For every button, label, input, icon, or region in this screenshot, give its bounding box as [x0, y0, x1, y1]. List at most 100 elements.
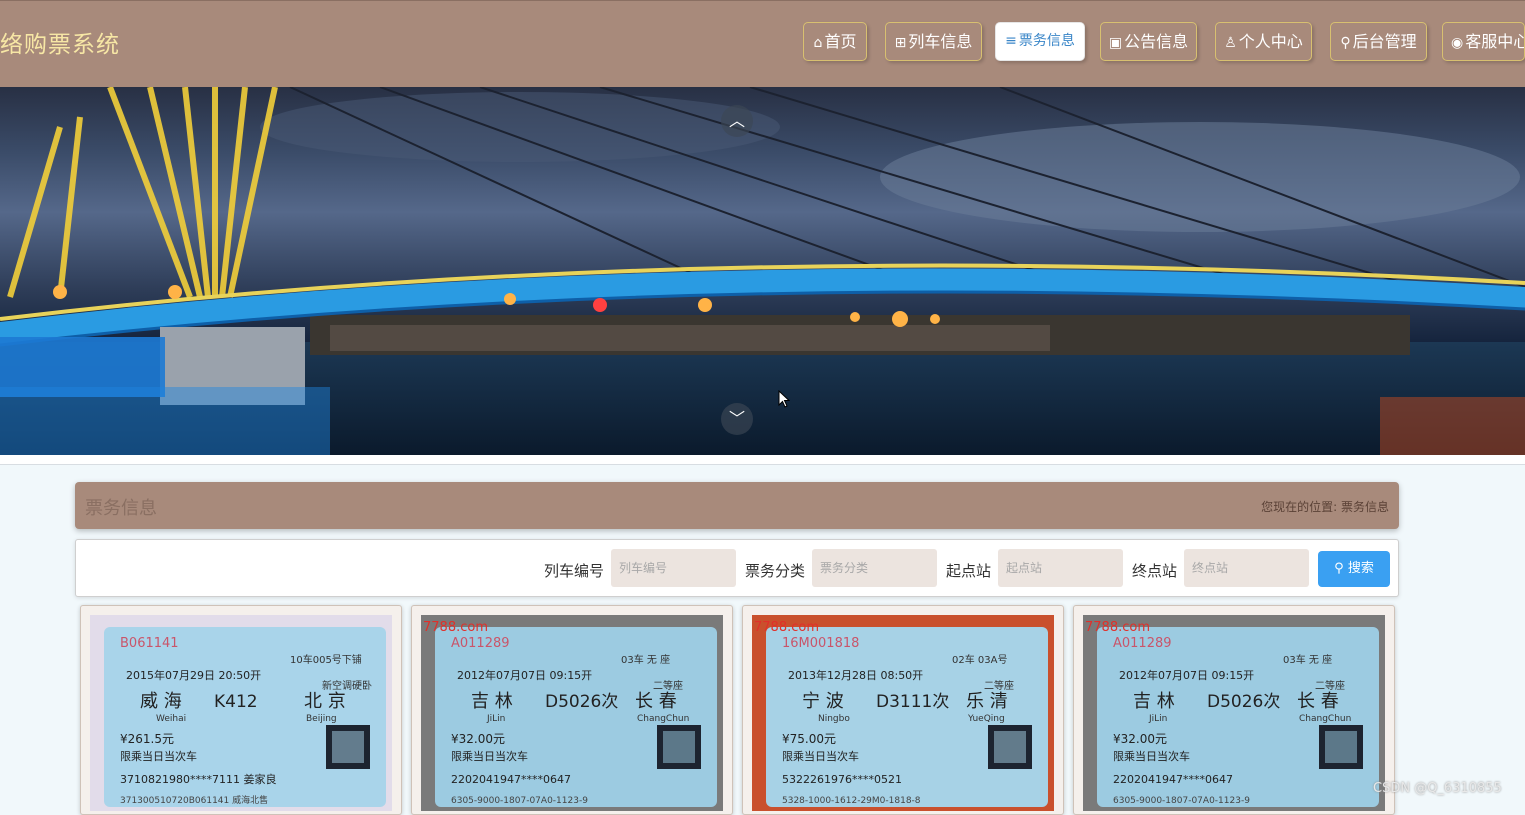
- ticket-price: ¥32.00元: [1113, 732, 1167, 746]
- nav-label: 后台管理: [1352, 32, 1417, 51]
- search-button[interactable]: ⚲ 搜索: [1318, 551, 1390, 587]
- to-pinyin: ChangChun: [637, 714, 689, 724]
- to-station: 长 春: [635, 691, 677, 712]
- end-station-label: 终点站: [1132, 562, 1178, 580]
- from-pinyin: JiLin: [486, 714, 505, 724]
- train-number: D5026次: [1207, 692, 1280, 712]
- nav-label: 票务信息: [1018, 33, 1075, 49]
- site-logo: 7788.com: [423, 620, 488, 635]
- train-number-input[interactable]: [611, 549, 736, 587]
- ticket-number: B061141: [120, 636, 179, 651]
- to-station: 北 京: [304, 691, 346, 712]
- seat-type: 新空调硬卧: [322, 679, 372, 692]
- train-number: D3111次: [876, 692, 949, 712]
- start-station-input[interactable]: [998, 549, 1123, 587]
- carousel-down-arrow-icon[interactable]: ﹀: [721, 403, 753, 435]
- to-pinyin: YueQing: [967, 714, 1005, 724]
- to-pinyin: Beijing: [306, 714, 337, 724]
- nav-admin[interactable]: ⚲ 后台管理: [1330, 22, 1427, 61]
- ticket-price: ¥32.00元: [451, 732, 505, 746]
- to-station: 长 春: [1297, 691, 1339, 712]
- breadcrumb-prefix: 您现在的位置:: [1261, 500, 1338, 514]
- search-button-label: 搜索: [1347, 561, 1374, 576]
- ticket-category-input[interactable]: [812, 549, 937, 587]
- serial-number: 6305-9000-1807-07A0-1123-9: [451, 796, 588, 806]
- ticket-number: A011289: [1113, 636, 1172, 651]
- nav-label: 客服中心: [1465, 32, 1525, 51]
- ticket-card[interactable]: 7788.com A011289 2012年07月07日 09:15开吉 林 D502…: [1073, 605, 1395, 815]
- from-station: 吉 林: [1133, 691, 1175, 712]
- from-station: 宁 波: [802, 691, 844, 712]
- seat-info: 10车005号下铺: [290, 653, 362, 666]
- train-number-label: 列车编号: [544, 562, 605, 580]
- nav-label: 个人中心: [1238, 32, 1303, 51]
- user-icon: ♙: [1224, 35, 1237, 51]
- ticket-category-label: 票务分类: [745, 562, 806, 580]
- from-pinyin: Ningbo: [818, 714, 850, 724]
- seat-info: 03车 无 座: [1283, 653, 1332, 666]
- nav-label: 列车信息: [908, 32, 973, 51]
- serial-number: 5328-1000-1612-29M0-1818-8: [782, 796, 921, 806]
- nav-support[interactable]: ◉ 客服中心: [1442, 22, 1525, 61]
- ride-note: 限乘当日当次车: [782, 749, 859, 763]
- to-pinyin: ChangChun: [1299, 714, 1351, 724]
- serial-number: 6305-9000-1807-07A0-1123-9: [1113, 796, 1250, 806]
- ticket-number: A011289: [451, 636, 510, 651]
- banner-image: [0, 87, 1525, 455]
- departure-time: 2012年07月07日 09:15开: [1119, 668, 1254, 682]
- from-station: 威 海: [140, 691, 182, 712]
- site-logo: 7788.com: [754, 620, 819, 635]
- search-form: 列车编号 票务分类 起点站 终点站 ⚲ 搜索: [75, 539, 1399, 597]
- departure-time: 2015年07月29日 20:50开: [126, 668, 261, 682]
- link-icon: ⚲: [1340, 35, 1351, 51]
- support-icon: ◉: [1451, 35, 1464, 51]
- seat-info: 02车 03A号: [952, 653, 1007, 666]
- home-icon: ⌂: [813, 35, 823, 51]
- banner-carousel[interactable]: ︿ ﹀: [0, 87, 1525, 455]
- serial-number: 371300510720B061141 威海北售: [120, 794, 268, 806]
- ticket-card[interactable]: 7788.com A011289 2012年07月07日 09:15开吉 林 D502…: [411, 605, 733, 815]
- nav-announcements[interactable]: ▣ 公告信息: [1100, 22, 1197, 61]
- departure-time: 2013年12月28日 08:50开: [788, 668, 923, 682]
- train-number: K412: [214, 692, 258, 712]
- ride-note: 限乘当日当次车: [1113, 749, 1190, 763]
- ticket-card[interactable]: 7788.com 16M001818 2013年12月28日 08:50开宁 波 D3…: [742, 605, 1064, 815]
- nav-label: 公告信息: [1124, 32, 1189, 51]
- start-station-label: 起点站: [946, 562, 992, 580]
- ride-note: 限乘当日当次车: [451, 749, 528, 763]
- nav-home[interactable]: ⌂ 首页: [803, 22, 867, 61]
- ticket-photo: B061141 2015年07月29日 20:50开威 海 K412 北 京 Weiha…: [90, 615, 392, 811]
- breadcrumb-current[interactable]: 票务信息: [1341, 500, 1389, 514]
- from-pinyin: Weihai: [156, 714, 186, 724]
- seat-type: 二等座: [1315, 679, 1345, 692]
- end-station-input[interactable]: [1184, 549, 1309, 587]
- from-station: 吉 林: [471, 691, 513, 712]
- ticket-photo: 7788.comA011289 2012年07月07日 09:15开吉 林 D502…: [1083, 615, 1385, 811]
- ticket-card[interactable]: B061141 2015年07月29日 20:50开威 海 K412 北 京 Weiha…: [80, 605, 402, 815]
- section-title: 票务信息: [85, 498, 157, 519]
- ticket-number: 16M001818: [782, 636, 859, 651]
- gift-icon: ▣: [1108, 35, 1123, 51]
- ticket-price: ¥75.00元: [782, 732, 836, 746]
- carousel-up-arrow-icon[interactable]: ︿: [721, 105, 753, 137]
- nav-train-info[interactable]: ⊞ 列车信息: [885, 22, 982, 61]
- search-icon: ⚲: [1334, 561, 1344, 576]
- nav-label: 首页: [824, 32, 857, 51]
- from-pinyin: JiLin: [1148, 714, 1167, 724]
- ride-note: 限乘当日当次车: [120, 749, 197, 763]
- watermark: CSDN @Q_6310855: [1373, 781, 1502, 796]
- top-header: 络购票系统 ⌂ 首页 ⊞ 列车信息 ≡ 票务信息 ▣ 公告信息 ♙ 个人中心 ⚲ 后台管理 …: [0, 0, 1525, 87]
- ticket-photo: 7788.comA011289 2012年07月07日 09:15开吉 林 D502…: [421, 615, 723, 811]
- seat-type: 二等座: [653, 679, 683, 692]
- train-number: D5026次: [545, 692, 618, 712]
- mouse-cursor-icon: [778, 390, 790, 408]
- section-header: 票务信息 您现在的位置: 票务信息: [75, 482, 1399, 529]
- nav-ticket-info[interactable]: ≡ 票务信息: [995, 22, 1085, 61]
- banner-divider: [0, 455, 1525, 465]
- nav-personal-center[interactable]: ♙ 个人中心: [1215, 22, 1312, 61]
- to-station: 乐 清: [966, 691, 1008, 712]
- grid-icon: ⊞: [894, 35, 907, 51]
- seat-info: 03车 无 座: [621, 653, 670, 666]
- sliders-icon: ≡: [1005, 33, 1017, 49]
- passenger-id: 3710821980****7111 姜家良: [120, 772, 276, 786]
